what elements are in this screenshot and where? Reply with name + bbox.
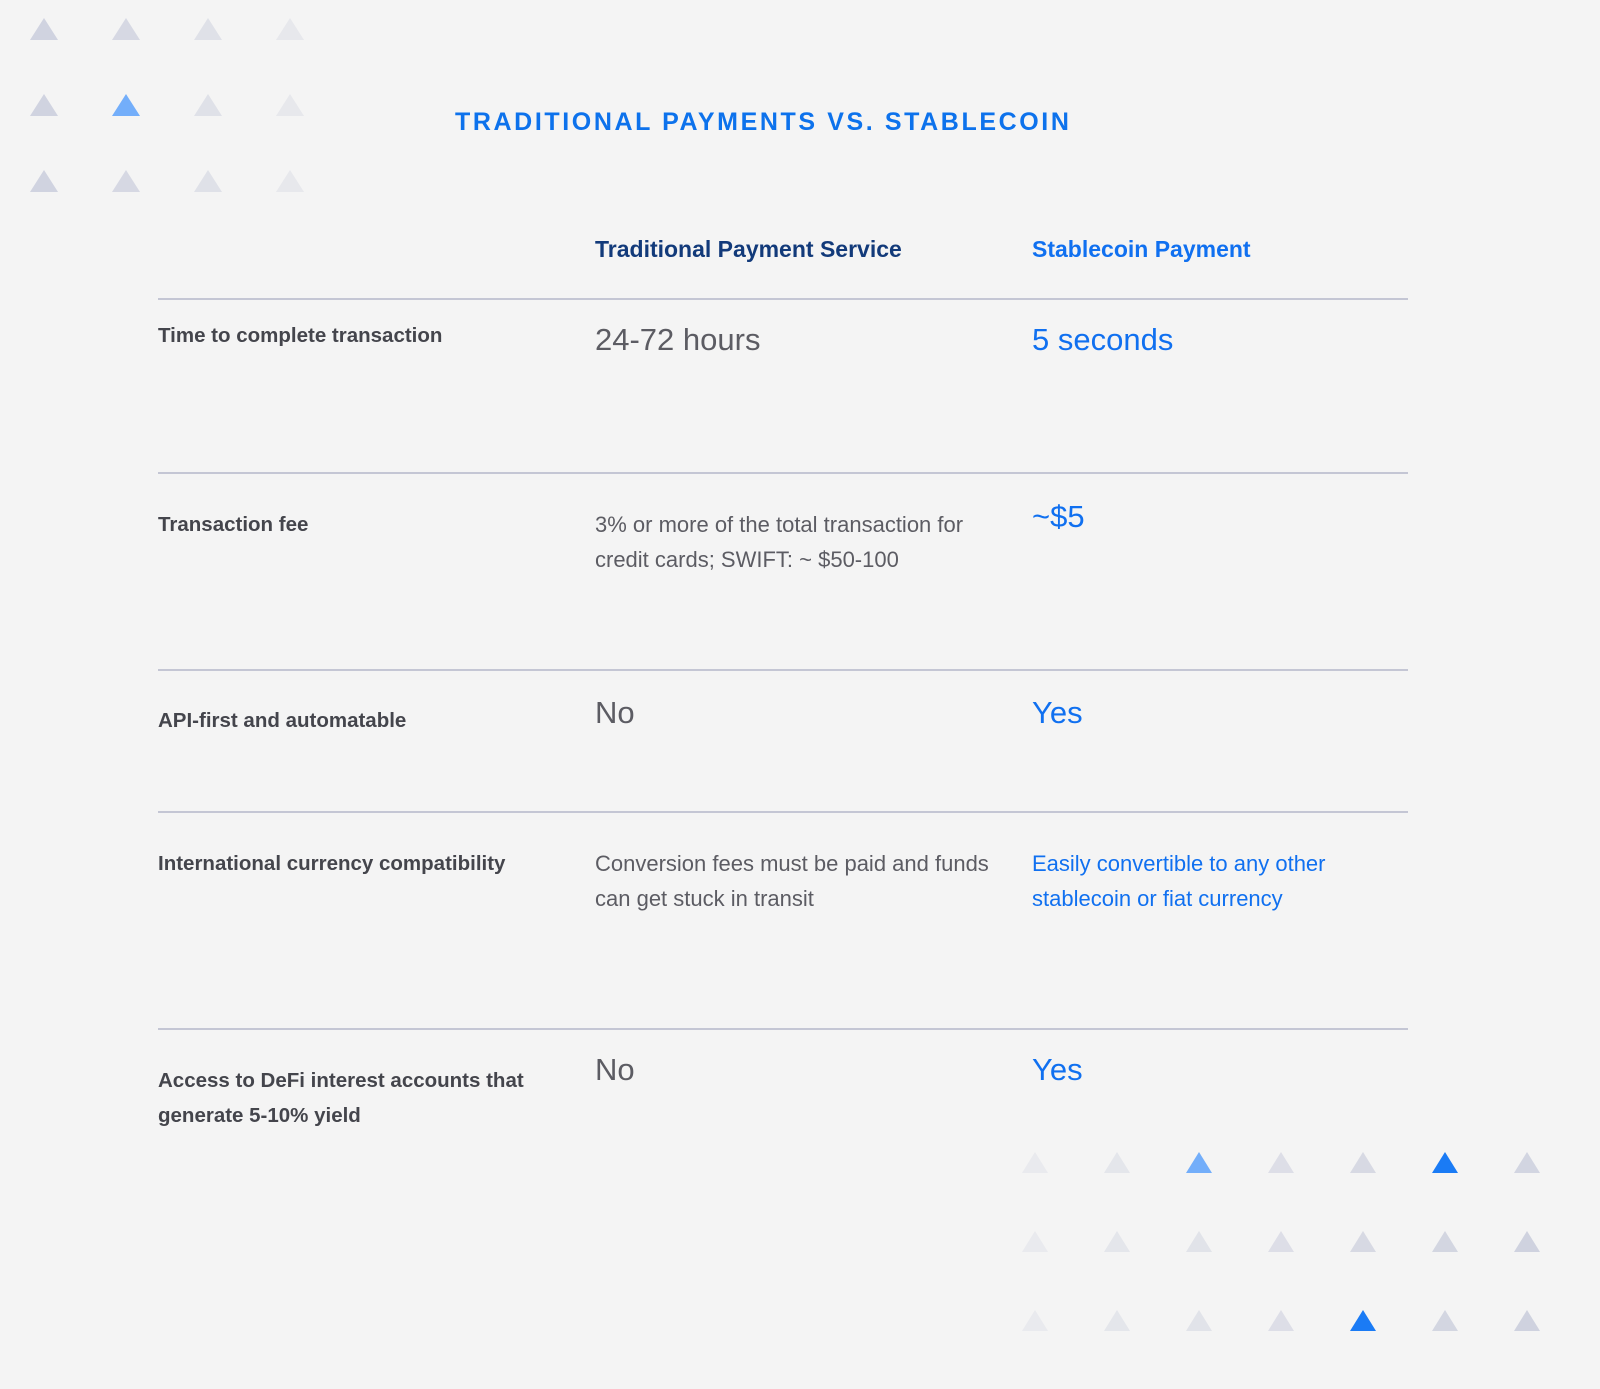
triangle-cell (194, 18, 276, 94)
table-header-row: Traditional Payment Service Stablecoin P… (158, 228, 1408, 298)
row-label: API-first and automatable (158, 709, 407, 732)
row-label: International currency compatibility (158, 852, 506, 875)
cell-traditional: No (595, 1052, 635, 1087)
table-row: Time to complete transaction 24-72 hours… (158, 300, 1408, 472)
triangle-cell (194, 94, 276, 170)
table-row: International currency compatibility Con… (158, 813, 1408, 1028)
triangle-icon (1022, 1310, 1048, 1331)
triangle-icon (1350, 1310, 1376, 1331)
triangle-icon (276, 18, 304, 40)
triangle-cell (1514, 1231, 1596, 1307)
comparison-table: Traditional Payment Service Stablecoin P… (158, 228, 1408, 1190)
page-title: TRADITIONAL PAYMENTS VS. STABLECOIN (455, 108, 1072, 136)
cell-traditional: No (595, 695, 635, 730)
triangle-cell (30, 170, 112, 246)
triangle-cell (1432, 1231, 1514, 1307)
row-label: Time to complete transaction (158, 324, 443, 347)
cell-traditional: Conversion fees must be paid and funds c… (595, 851, 989, 911)
triangle-cell (1022, 1310, 1104, 1386)
triangle-cell (1268, 1310, 1350, 1386)
table-row: API-first and automatable No Yes (158, 671, 1408, 811)
triangle-icon (1186, 1310, 1212, 1331)
cell-traditional: 3% or more of the total transaction for … (595, 512, 964, 572)
cell-stablecoin: Yes (1032, 1052, 1083, 1087)
triangle-icon (194, 18, 222, 40)
cell-stablecoin: ~$5 (1032, 499, 1085, 534)
triangle-cell (276, 94, 358, 170)
triangle-icon (276, 170, 304, 192)
triangle-cell (30, 94, 112, 170)
triangle-icon (194, 170, 222, 192)
triangle-cell (1432, 1310, 1514, 1386)
triangle-cell (1350, 1310, 1432, 1386)
column-header-traditional: Traditional Payment Service (595, 236, 902, 262)
triangle-icon (1268, 1310, 1294, 1331)
triangle-icon (1432, 1152, 1458, 1173)
triangle-icon (1514, 1152, 1540, 1173)
triangle-cell (1022, 1231, 1104, 1307)
triangle-icon (1104, 1231, 1130, 1252)
triangle-cell (1514, 1152, 1596, 1228)
triangle-icon (1186, 1231, 1212, 1252)
triangle-cell (1268, 1231, 1350, 1307)
triangle-icon (30, 170, 58, 192)
triangle-icon (30, 94, 58, 116)
triangle-icon (112, 18, 140, 40)
row-label: Transaction fee (158, 513, 309, 536)
triangle-cell (1186, 1310, 1268, 1386)
triangle-icon (1432, 1231, 1458, 1252)
cell-stablecoin: 5 seconds (1032, 322, 1174, 357)
triangle-cell (112, 94, 194, 170)
triangle-cell (276, 18, 358, 94)
triangle-icon (194, 94, 222, 116)
table-row: Access to DeFi interest accounts that ge… (158, 1030, 1408, 1190)
triangle-icon (276, 94, 304, 116)
table-row: Transaction fee 3% or more of the total … (158, 474, 1408, 669)
row-label: Access to DeFi interest accounts that ge… (158, 1069, 524, 1127)
triangle-icon (1104, 1310, 1130, 1331)
cell-traditional: 24-72 hours (595, 322, 761, 357)
triangle-cell (1350, 1231, 1432, 1307)
triangle-icon (112, 94, 140, 116)
triangle-icon (30, 18, 58, 40)
triangle-cell (1104, 1310, 1186, 1386)
triangle-icon (1514, 1310, 1540, 1331)
triangle-cell (112, 18, 194, 94)
triangle-cell (1432, 1152, 1514, 1228)
triangle-icon (1514, 1231, 1540, 1252)
column-header-stablecoin: Stablecoin Payment (1032, 236, 1251, 262)
cell-stablecoin: Easily convertible to any other stableco… (1032, 851, 1326, 911)
triangle-icon (112, 170, 140, 192)
triangle-cell (1186, 1231, 1268, 1307)
triangle-cell (1514, 1310, 1596, 1386)
triangle-icon (1022, 1231, 1048, 1252)
triangle-cell (1104, 1231, 1186, 1307)
triangle-icon (1268, 1231, 1294, 1252)
decorative-triangle-grid-top-left (30, 18, 358, 246)
triangle-icon (1432, 1310, 1458, 1331)
triangle-icon (1350, 1231, 1376, 1252)
triangle-cell (30, 18, 112, 94)
cell-stablecoin: Yes (1032, 695, 1083, 730)
